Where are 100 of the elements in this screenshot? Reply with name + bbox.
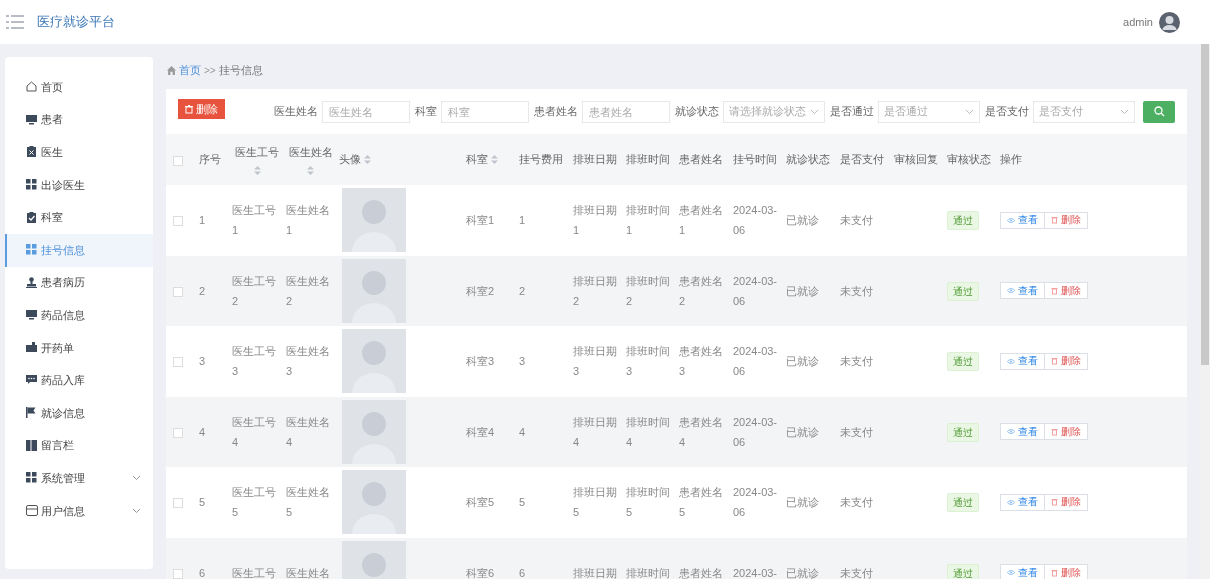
sidebar-item[interactable]: 患者病历 bbox=[5, 266, 153, 300]
table-cell: 2024-03- 06 bbox=[733, 274, 778, 307]
delete-button[interactable]: 删除 bbox=[1045, 282, 1088, 300]
input-field[interactable]: 医生姓名 bbox=[322, 100, 410, 123]
eye-icon bbox=[1007, 216, 1015, 224]
table-cell: 已就诊 bbox=[786, 496, 819, 509]
table-cell: 2024-03- 06 bbox=[733, 345, 778, 378]
trash-icon bbox=[1051, 216, 1058, 225]
table-cell: 5 bbox=[519, 496, 526, 509]
delete-button[interactable]: 删除 bbox=[1045, 423, 1088, 441]
sidebar-item[interactable]: 首页 bbox=[5, 71, 153, 104]
table-cell: 5 bbox=[199, 496, 206, 509]
sidebar-item[interactable]: 就诊信息 bbox=[5, 396, 153, 430]
table-cell: 患者姓名 3 bbox=[679, 345, 723, 378]
checkbox[interactable] bbox=[173, 155, 183, 166]
table-cell: 未支付 bbox=[840, 284, 873, 297]
sort-icon[interactable] bbox=[253, 165, 261, 175]
delete-button[interactable]: 删除 bbox=[1045, 352, 1088, 370]
scrollbar[interactable] bbox=[1200, 44, 1210, 579]
scrollbar-thumb[interactable] bbox=[1201, 44, 1209, 365]
table-cell: 医生姓名 bbox=[286, 566, 330, 579]
trash-icon bbox=[1051, 357, 1058, 366]
trash-icon bbox=[1051, 427, 1058, 436]
column-header[interactable]: 科室 bbox=[466, 152, 498, 167]
status-tag: 通过 bbox=[947, 352, 979, 372]
monitor-icon bbox=[26, 113, 38, 126]
sidebar-item[interactable]: 医生 bbox=[5, 136, 153, 169]
table-cell: 医生工号 2 bbox=[232, 274, 276, 307]
view-button[interactable]: 查看 bbox=[1000, 352, 1045, 370]
sidebar-item[interactable]: 科室 bbox=[5, 201, 153, 234]
column-header[interactable]: 头像 bbox=[339, 152, 371, 167]
checkbox[interactable] bbox=[173, 427, 183, 438]
sidebar-item[interactable]: 系统管理 bbox=[5, 462, 153, 495]
table-cell: 医生工号 4 bbox=[232, 415, 276, 448]
book-icon bbox=[26, 439, 38, 452]
table-cell: 排班时间 5 bbox=[626, 486, 670, 519]
input-field[interactable]: 患者姓名 bbox=[582, 100, 670, 123]
column-header[interactable]: 医生姓名 bbox=[286, 144, 335, 175]
sidebar-item[interactable]: 患者 bbox=[5, 103, 153, 137]
sort-icon[interactable] bbox=[307, 165, 314, 175]
trash-icon bbox=[1051, 568, 1058, 577]
select-field[interactable]: 请选择就诊状态 bbox=[723, 100, 825, 123]
username[interactable]: admin bbox=[1123, 16, 1153, 28]
table-cell: 患者姓名 2 bbox=[679, 274, 723, 307]
input-field[interactable]: 科室 bbox=[441, 100, 529, 123]
sidebar-item[interactable]: 药品入库 bbox=[5, 364, 153, 397]
table-cell: 排班时间 2 bbox=[626, 274, 670, 307]
table-cell: 未支付 bbox=[840, 566, 873, 579]
sidebar-item[interactable]: 药品信息 bbox=[5, 299, 153, 332]
app-title: 医疗就诊平台 bbox=[37, 13, 115, 31]
checkbox[interactable] bbox=[173, 286, 183, 297]
table-cell: 排班日期 1 bbox=[573, 204, 617, 237]
select-field[interactable]: 是否通过 bbox=[878, 100, 980, 123]
eye-icon bbox=[1007, 357, 1015, 365]
table-cell: 排班日期 3 bbox=[573, 345, 617, 378]
delete-button[interactable]: 删除 bbox=[1045, 564, 1088, 579]
search-button[interactable] bbox=[1143, 100, 1175, 123]
delete-button[interactable]: 删除 bbox=[1045, 211, 1088, 229]
table-cell: 已就诊 bbox=[786, 355, 819, 368]
sidebar-item[interactable]: 挂号信息 bbox=[5, 233, 153, 267]
view-button[interactable]: 查看 bbox=[1000, 211, 1045, 229]
view-button[interactable]: 查看 bbox=[1000, 564, 1045, 579]
table-cell: 1 bbox=[519, 214, 526, 227]
card-icon bbox=[26, 505, 38, 517]
sidebar-item[interactable]: 留言栏 bbox=[5, 429, 153, 463]
table-cell: 医生工号 3 bbox=[232, 345, 276, 378]
column-header[interactable]: 医生工号 bbox=[232, 144, 282, 175]
sidebar-item[interactable]: 出诊医生 bbox=[5, 168, 153, 202]
table-cell: 患者姓名 bbox=[679, 566, 723, 579]
status-tag: 通过 bbox=[947, 422, 979, 442]
breadcrumb-link[interactable]: 首页 bbox=[179, 62, 201, 78]
select-field[interactable]: 是否支付 bbox=[1033, 100, 1135, 123]
sidebar-item[interactable]: 开药单 bbox=[5, 331, 153, 365]
sidebar-item[interactable]: 用户信息 bbox=[5, 494, 153, 528]
view-button[interactable]: 查看 bbox=[1000, 493, 1045, 511]
table-cell: 2024-03- 06 bbox=[733, 486, 778, 519]
column-header: 挂号时间 bbox=[733, 152, 777, 167]
table-cell: 科室1 bbox=[466, 214, 495, 227]
view-button[interactable]: 查看 bbox=[1000, 282, 1045, 300]
table-cell: 6 bbox=[199, 566, 206, 579]
table-cell: 医生工号 5 bbox=[232, 486, 276, 519]
column-header: 是否支付 bbox=[840, 152, 884, 167]
monitor-icon bbox=[26, 309, 38, 322]
sort-icon[interactable] bbox=[491, 155, 498, 164]
delete-button[interactable]: 删除 bbox=[1045, 493, 1088, 511]
table-cell: 已就诊 bbox=[786, 425, 819, 438]
table-cell: 科室3 bbox=[466, 355, 495, 368]
menu-icon[interactable] bbox=[6, 15, 24, 29]
checkbox[interactable] bbox=[173, 568, 183, 579]
delete-button[interactable]: 删除 bbox=[178, 99, 225, 119]
column-header: 排班时间 bbox=[626, 152, 670, 167]
column-header: 审核状态 bbox=[947, 152, 991, 167]
checkbox[interactable] bbox=[173, 357, 183, 368]
column-header: 审核回复 bbox=[894, 152, 938, 167]
view-button[interactable]: 查看 bbox=[1000, 423, 1045, 441]
avatar-icon[interactable] bbox=[1159, 11, 1180, 33]
checkbox[interactable] bbox=[173, 216, 183, 227]
checkbox[interactable] bbox=[173, 498, 183, 509]
sort-icon[interactable] bbox=[364, 155, 371, 164]
table-cell: 科室4 bbox=[466, 425, 495, 438]
